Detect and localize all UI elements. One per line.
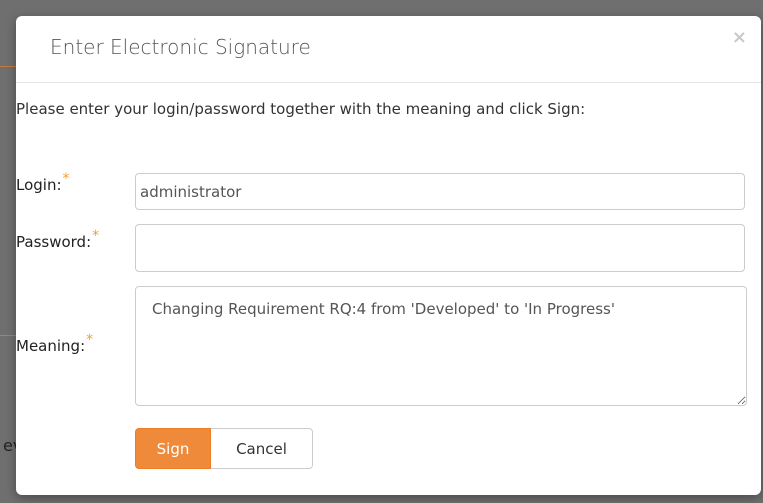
meaning-textarea[interactable]: Changing Requirement RQ:4 from 'Develope… [135,286,747,406]
cancel-button[interactable]: Cancel [211,428,313,469]
instructions-text: Please enter your login/password togethe… [16,100,586,118]
password-input[interactable] [135,224,745,272]
backdrop-divider [0,335,16,336]
meaning-label-text: Meaning: [16,337,86,355]
required-marker: * [62,171,70,187]
required-marker: * [92,228,100,244]
required-marker: * [86,332,94,348]
login-label-text: Login: [16,176,62,194]
login-label: Login:* [16,171,70,194]
meaning-label: Meaning:* [16,332,93,355]
dialog-header: Enter Electronic Signature × [16,16,761,83]
password-label: Password:* [16,228,99,251]
backdrop-divider [0,66,16,67]
password-label-text: Password: [16,233,92,251]
dialog-title: Enter Electronic Signature [50,35,311,59]
close-icon[interactable]: × [732,29,747,47]
login-input[interactable] [135,173,745,210]
sign-button[interactable]: Sign [135,428,211,469]
